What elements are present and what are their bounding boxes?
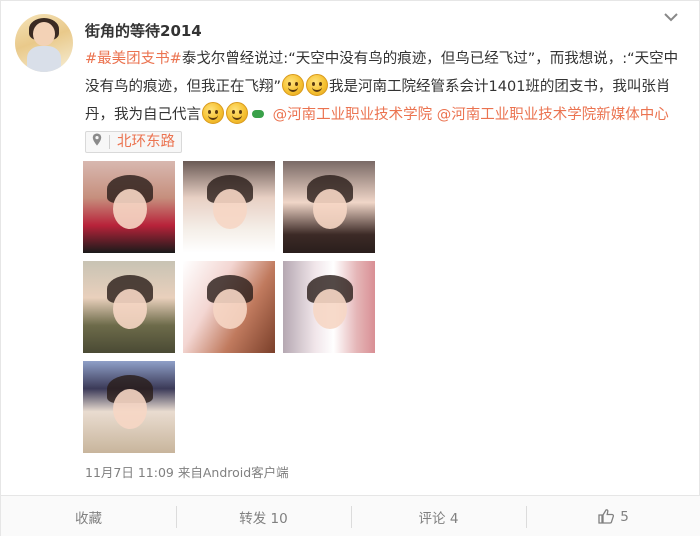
avatar-body bbox=[27, 46, 61, 72]
photo-face bbox=[313, 289, 347, 329]
favorite-label: 收藏 bbox=[75, 510, 102, 527]
mention-link-1[interactable]: @河南工业职业技术学院 bbox=[273, 107, 433, 123]
photo-thumbnail[interactable] bbox=[83, 261, 175, 353]
photo-thumbnail[interactable] bbox=[83, 161, 175, 253]
smiley-emoji-icon bbox=[202, 102, 224, 124]
location-label: 北环东路 bbox=[117, 134, 175, 150]
like-count: 5 bbox=[620, 508, 629, 525]
photo-face bbox=[113, 289, 147, 329]
source-link[interactable]: Android客户端 bbox=[203, 465, 289, 480]
photo-thumbnail[interactable] bbox=[183, 161, 275, 253]
location-chip[interactable]: 北环东路 bbox=[85, 131, 182, 153]
photo-thumbnail[interactable] bbox=[283, 161, 375, 253]
post-meta: 11月7日 11:09 来自Android客户端 bbox=[85, 462, 289, 481]
photo-face bbox=[313, 189, 347, 229]
chevron-down-icon[interactable] bbox=[661, 9, 681, 25]
green-pill-icon bbox=[252, 110, 264, 118]
like-button[interactable]: 5 bbox=[526, 496, 700, 536]
location-pin-icon bbox=[92, 132, 102, 152]
avatar-face bbox=[33, 22, 55, 46]
smiley-emoji-icon bbox=[306, 74, 329, 96]
username[interactable]: 街角的等待2014 bbox=[85, 20, 202, 41]
smiley-emoji-icon bbox=[282, 74, 305, 96]
repost-label: 转发 10 bbox=[239, 510, 288, 527]
photo-face bbox=[113, 189, 147, 229]
thumbs-up-icon bbox=[598, 509, 615, 524]
photo-thumbnail[interactable] bbox=[183, 261, 275, 353]
photo-thumbnail[interactable] bbox=[83, 361, 175, 453]
photo-face bbox=[113, 389, 147, 429]
comment-label: 评论 4 bbox=[418, 510, 459, 527]
weibo-post-card: 街角的等待2014 #最美团支书#泰戈尔曾经说过:“天空中没有鸟的痕迹，但鸟已经… bbox=[0, 0, 700, 536]
comment-button[interactable]: 评论 4 bbox=[351, 496, 526, 536]
smiley-emoji-icon bbox=[226, 102, 248, 124]
source-prefix: 来自 bbox=[177, 465, 203, 480]
timestamp-link[interactable]: 11月7日 11:09 bbox=[85, 465, 174, 480]
favorite-button[interactable]: 收藏 bbox=[1, 496, 176, 536]
photo-face bbox=[213, 189, 247, 229]
action-bar: 收藏 转发 10 评论 4 5 bbox=[1, 495, 700, 536]
repost-button[interactable]: 转发 10 bbox=[176, 496, 351, 536]
location-divider bbox=[109, 135, 110, 149]
photo-face bbox=[213, 289, 247, 329]
post-text: #最美团支书#泰戈尔曾经说过:“天空中没有鸟的痕迹，但鸟已经飞过”，而我想说，:… bbox=[85, 45, 685, 157]
mention-link-2[interactable]: @河南工业职业技术学院新媒体中心 bbox=[437, 107, 669, 123]
hashtag-link[interactable]: #最美团支书# bbox=[85, 51, 182, 67]
avatar[interactable] bbox=[15, 14, 73, 72]
photo-thumbnail[interactable] bbox=[283, 261, 375, 353]
